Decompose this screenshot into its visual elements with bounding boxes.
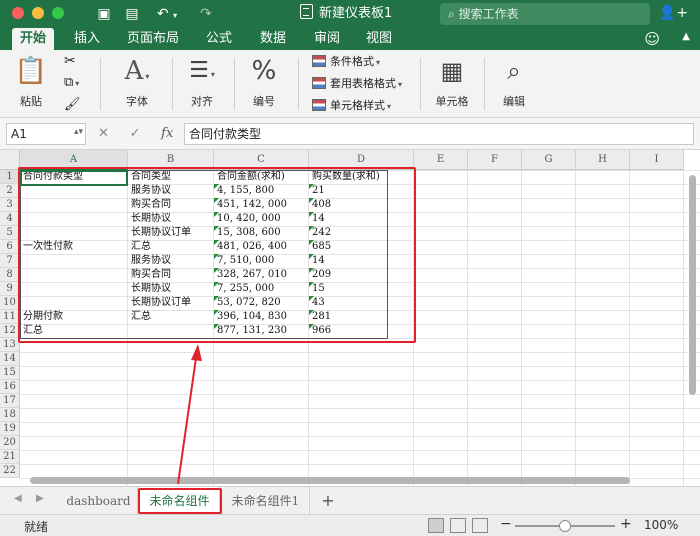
redo-icon[interactable]: ↷ [196,4,216,24]
tab-home[interactable]: 开始 [12,28,54,50]
tab-view[interactable]: 视图 [358,28,400,50]
ribbon-divider [420,58,421,110]
align-label: 对齐 [191,95,213,108]
confirm-icon[interactable]: ✓ [130,126,141,141]
sheet-tab-unnamed-1[interactable]: 未命名组件1 [222,487,310,515]
find-magnifier-icon: ⌕ [507,57,521,85]
ribbon-divider [100,58,101,110]
ribbon-divider [234,58,235,110]
collapse-ribbon-icon[interactable]: ▲ [682,31,690,42]
title-bar: ▣ ▤ ↶ ▾ ↷ 新建仪表板1 ⌕ 搜索工作表 👤+ [0,0,700,28]
sidebar-toggle-icon[interactable]: ▣ [94,4,114,24]
ribbon: 📋 粘贴 ✂ ⧉ ▾ 🖌 A ▾ 字体 ☰ ▾ 对齐 % 编号 条件格式 ▾ 套用表格格… [0,50,700,118]
font-icon: A ▾ [124,56,150,86]
cells-group[interactable]: ▦ 单元格 [424,50,480,118]
prev-sheet-icon[interactable]: ◀ [14,493,22,504]
conditional-format-button[interactable]: 条件格式 ▾ [312,53,380,71]
ribbon-divider [298,58,299,110]
status-ready: 就绪 [24,520,49,534]
tab-data[interactable]: 数据 [252,28,294,50]
tab-review[interactable]: 审阅 [306,28,348,50]
cell-style-icon [312,99,326,111]
search-icon: ⌕ [448,7,455,21]
sheet-tab-dashboard[interactable]: dashboard [60,487,138,515]
zoom-in-button[interactable]: + [620,516,632,532]
font-group[interactable]: A ▾ 字体 [106,50,168,118]
add-sheet-button[interactable]: + [318,491,338,511]
ribbon-tab-bar: 开始 插入 页面布局 公式 数据 审阅 视图 ☺ ▲ [0,28,700,50]
formula-bar: A1 ▴▾ ✕ ✓ fx 合同付款类型 [0,118,700,150]
feedback-smiley-icon[interactable]: ☺ [644,30,660,48]
edit-group[interactable]: ⌕ 编辑 [488,50,540,118]
annotation-arrow [177,344,202,485]
table-format-icon [312,77,326,89]
percent-icon: % [251,56,277,86]
minimize-window-button[interactable] [32,7,44,19]
paste-group[interactable]: 📋 粘贴 [6,50,56,118]
window-title: 新建仪表板1 [300,4,392,24]
page-break-view-icon[interactable] [472,518,488,533]
formula-actions: ✕ ✓ fx [98,123,173,145]
ribbon-divider [172,58,173,110]
number-group[interactable]: % 编号 [238,50,290,118]
status-bar: 就绪 − + 100% [0,514,700,536]
next-sheet-icon[interactable]: ▶ [36,493,44,504]
share-user-icon[interactable]: 👤+ [659,5,688,21]
zoom-level: 100% [644,518,679,532]
align-group[interactable]: ☰ ▾ 对齐 [176,50,228,118]
font-label: 字体 [126,95,148,108]
save-icon[interactable]: ▤ [122,4,142,24]
sheet-tab-unnamed[interactable]: 未命名组件 [140,487,220,515]
fx-icon[interactable]: fx [161,126,173,141]
cells-label: 单元格 [435,95,469,108]
tab-insert[interactable]: 插入 [66,28,108,50]
copy-icon[interactable]: ⧉ ▾ [64,74,79,92]
format-painter-icon[interactable]: 🖌 [64,96,81,114]
formula-input[interactable]: 合同付款类型 [184,123,694,145]
undo-icon[interactable]: ↶ ▾ [152,4,182,24]
worksheet-grid[interactable]: ABCDEFGHI 1 2 3 4 5 6 7 8 9 10 11 12 13 14 15 16 17 18 19 2… [0,150,700,486]
cut-icon[interactable]: ✂ [64,52,76,70]
ribbon-divider [484,58,485,110]
tab-page-layout[interactable]: 页面布局 [120,28,186,50]
number-label: 编号 [253,95,275,108]
cancel-icon[interactable]: ✕ [98,126,109,141]
name-box-dropdown-icon[interactable]: ▴▾ [74,127,83,137]
paste-icon: 📋 [14,56,48,86]
zoom-out-button[interactable]: − [500,516,512,532]
normal-view-icon[interactable] [428,518,444,533]
tab-formulas[interactable]: 公式 [198,28,240,50]
align-icon: ☰ ▾ [189,58,215,83]
sheet-search-input[interactable]: ⌕ 搜索工作表 [440,3,650,25]
cell-style-button[interactable]: 单元格样式 ▾ [312,97,391,115]
maximize-window-button[interactable] [52,7,64,19]
close-window-button[interactable] [12,7,24,19]
conditional-format-icon [312,55,326,67]
table-format-button[interactable]: 套用表格格式 ▾ [312,75,402,93]
edit-label: 编辑 [503,95,525,108]
paste-label: 粘贴 [20,95,42,108]
zoom-slider-knob[interactable] [559,520,571,532]
page-layout-view-icon[interactable] [450,518,466,533]
document-icon [300,4,313,19]
cells-icon: ▦ [440,57,464,85]
sheet-tab-bar: ◀ ▶ dashboard 未命名组件 未命名组件1 + [0,486,700,515]
zoom-slider[interactable] [515,520,615,532]
